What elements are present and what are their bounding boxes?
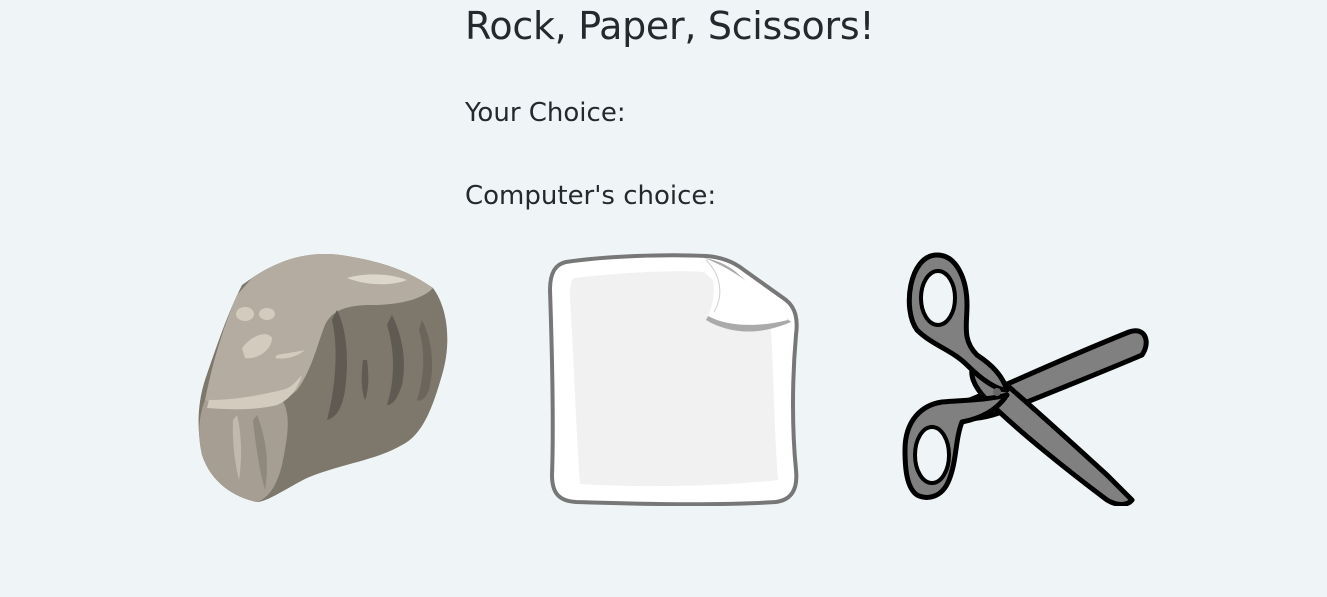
your-choice-line: Your Choice: <box>465 98 634 128</box>
rock-button[interactable] <box>197 250 451 506</box>
paper-button[interactable] <box>546 250 800 506</box>
computer-choice-line: Computer's choice: <box>465 181 724 211</box>
computer-choice-label: Computer's choice: <box>465 181 717 211</box>
paper-icon <box>547 253 799 506</box>
scissors-button[interactable] <box>897 250 1151 506</box>
rock-icon <box>198 254 448 502</box>
your-choice-label: Your Choice: <box>465 98 626 128</box>
page-title: Rock, Paper, Scissors! <box>465 4 875 48</box>
scissors-icon <box>902 252 1149 506</box>
